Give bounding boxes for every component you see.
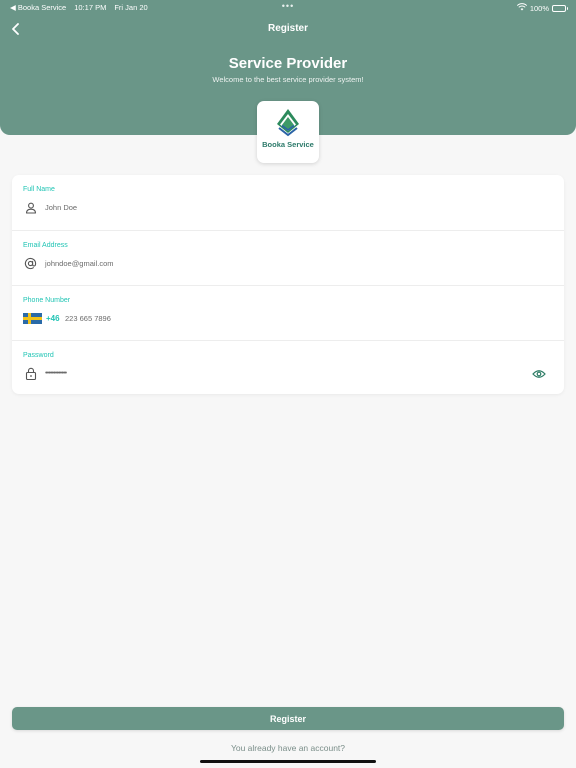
login-link[interactable]: You already have an account? [0,743,576,753]
phone-input[interactable]: 223 665 7896 [65,314,111,323]
password-label: Password [23,352,54,359]
full-name-input[interactable]: John Doe [45,203,77,212]
person-icon [24,201,37,214]
multitask-dots[interactable]: ••• [0,1,576,11]
logo-text: Booka Service [262,140,314,149]
email-input[interactable]: johndoe@gmail.com [45,259,113,268]
phone-label: Phone Number [23,297,71,304]
phone-field[interactable]: Phone Number +46 223 665 7896 [12,285,564,340]
password-input[interactable]: ••••••••••••• [45,368,67,377]
eye-icon[interactable] [532,367,546,380]
wifi-icon [516,3,527,13]
app-logo-card: Booka Service [257,101,319,163]
lock-icon [24,367,37,380]
status-bar: ◀ Booka Service 10:17 PM Fri Jan 20 ••• … [0,0,576,14]
page-title: Service Provider [228,55,348,72]
battery-icon [552,4,568,12]
full-name-label: Full Name [23,186,55,193]
dial-code[interactable]: +46 [46,314,60,323]
status-right: 100% [516,3,568,13]
leaf-logo-icon [277,109,299,137]
password-field[interactable]: Password ••••••••••••• [12,340,564,395]
nav-title: Register [267,23,308,34]
registration-form: Full Name John Doe Email Address johndoe… [12,175,564,394]
full-name-field[interactable]: Full Name John Doe [12,175,564,230]
register-button[interactable]: Register [12,707,564,730]
email-field[interactable]: Email Address johndoe@gmail.com [12,230,564,285]
at-icon [24,257,37,270]
battery-percent: 100% [529,3,549,13]
sweden-flag-icon[interactable] [23,313,42,324]
home-indicator[interactable] [200,760,376,763]
page-subtitle: Welcome to the best service provider sys… [212,75,364,84]
email-label: Email Address [23,242,68,249]
